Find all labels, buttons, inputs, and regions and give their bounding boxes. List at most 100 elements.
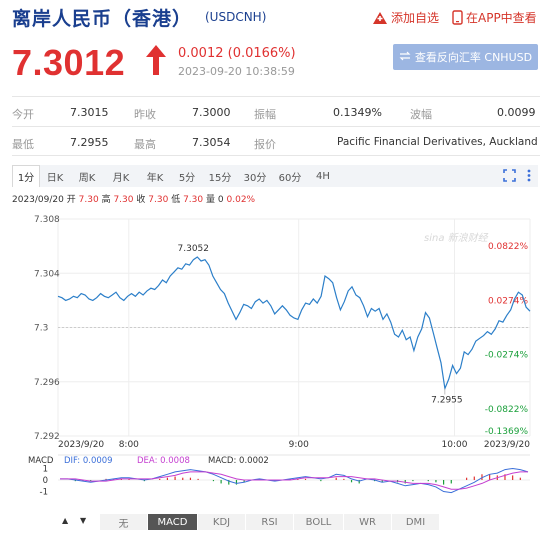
- indicator-tab-kdj[interactable]: KDJ: [198, 514, 246, 530]
- open-in-app-label: 在APP中查看: [466, 11, 537, 25]
- pct-tick-label: -0.1369%: [485, 427, 529, 437]
- info-close: 7.30: [148, 195, 169, 205]
- pct-tick-label: 0.0274%: [488, 296, 528, 306]
- add-watchlist-button[interactable]: 添加自选: [372, 9, 439, 26]
- y-tick-label: 7.304: [34, 269, 60, 279]
- tab-yearly[interactable]: 年K: [138, 165, 172, 187]
- quote-source: Pacific Financial Derivatives, Auckland: [337, 136, 538, 148]
- pct-tick-label: -0.0822%: [485, 405, 529, 415]
- indicator-tabs: 无 MACD KDJ RSI BOLL WR DMI: [100, 514, 538, 530]
- info-high-label: 高: [101, 195, 111, 205]
- quote-stats: 今开 7.3015 昨收 7.3000 振幅 0.1349% 波幅 0.0099…: [12, 96, 540, 156]
- stats-row: 最低 7.2955 最高 7.3054 报价 Pacific Financial…: [12, 126, 540, 156]
- info-open-label: 开: [66, 195, 76, 205]
- macd-y-tick: 0: [43, 476, 48, 486]
- y-axis: 7.308 7.304 7.3 7.296 7.292: [34, 215, 60, 442]
- page-title: 离岸人民币（香港）: [12, 8, 193, 30]
- info-pct: 0.02%: [226, 195, 256, 205]
- watermark-logo: sina 新浪财经: [424, 232, 489, 244]
- macd-y-tick: 1: [43, 465, 48, 475]
- indicator-tab-none[interactable]: 无: [100, 514, 148, 530]
- indicator-tab-boll[interactable]: BOLL: [294, 514, 344, 530]
- add-icon: [372, 11, 388, 25]
- stat-label: 今开: [12, 108, 34, 121]
- tab-15min[interactable]: 15分: [202, 165, 238, 187]
- add-watchlist-label: 添加自选: [391, 11, 440, 25]
- current-price: 7.3012: [12, 42, 126, 83]
- price-change: 0.0012 (0.0166%): [178, 46, 296, 61]
- macd-legend-item: DIF: 0.0009: [64, 456, 113, 466]
- stat-value: 7.3000: [192, 106, 231, 119]
- tab-weekly[interactable]: 周K: [70, 165, 104, 187]
- stat-label: 最高: [134, 138, 156, 151]
- svg-text:sina 新浪财经: sina 新浪财经: [424, 232, 489, 244]
- quote-timestamp: 2023-09-20 10:38:59: [178, 65, 295, 78]
- x-tick-label: 2023/9/20: [58, 440, 104, 450]
- tab-daily[interactable]: 日K: [40, 165, 70, 187]
- stat-value: 7.3054: [192, 136, 231, 149]
- x-axis: 2023/9/20 8:00 9:00 10:00 2023/9/20: [58, 440, 530, 450]
- stat-value: 0.0099: [497, 106, 536, 119]
- high-label: 7.3052: [178, 244, 210, 254]
- reverse-rate-button[interactable]: 查看反向汇率 CNHUSD: [393, 44, 538, 70]
- indicator-tab-wr[interactable]: WR: [344, 514, 392, 530]
- stat-label: 波幅: [410, 108, 432, 121]
- info-close-label: 收: [136, 195, 146, 205]
- up-arrow-icon: [145, 44, 167, 80]
- open-in-app-button[interactable]: 在APP中查看: [452, 9, 537, 26]
- y-tick-label: 7.292: [34, 432, 60, 442]
- macd-legend-item: DEA: 0.0008: [137, 456, 190, 466]
- period-tabs: 1分 日K 周K 月K 年K 5分 15分 30分 60分 4H: [12, 165, 538, 187]
- y-tick-label: 7.296: [34, 378, 60, 388]
- info-date: 2023/09/20: [12, 195, 64, 205]
- ohlc-info-line: 2023/09/20 开 7.30 高 7.30 收 7.30 低 7.30 量…: [12, 192, 255, 205]
- y-tick-label: 7.3: [34, 324, 48, 334]
- info-open: 7.30: [78, 195, 99, 205]
- stat-label: 振幅: [254, 108, 276, 121]
- stat-value: 7.2955: [70, 136, 109, 149]
- macd-y-tick: -1: [40, 488, 48, 498]
- scroll-left-arrow-icon[interactable]: ▲: [62, 516, 68, 525]
- stat-label: 昨收: [134, 108, 156, 121]
- x-tick-label: 9:00: [289, 440, 309, 450]
- indicator-tab-rsi[interactable]: RSI: [246, 514, 294, 530]
- x-tick-label: 8:00: [119, 440, 139, 450]
- pct-tick-label: -0.0274%: [485, 351, 529, 361]
- reverse-rate-label: 查看反向汇率 CNHUSD: [414, 51, 533, 64]
- low-label: 7.2955: [431, 396, 463, 406]
- header: 离岸人民币（香港） (USDCNH) 添加自选 在APP中查看: [0, 0, 550, 36]
- pct-axis: 0.0822% 0.0274% -0.0274% -0.0822% -0.1369%: [485, 242, 529, 437]
- macd-dea-line: [60, 471, 528, 490]
- tab-5min[interactable]: 5分: [172, 165, 202, 187]
- info-high: 7.30: [113, 195, 134, 205]
- tab-4h[interactable]: 4H: [308, 165, 338, 187]
- chart-tools: [503, 169, 532, 185]
- tab-monthly[interactable]: 月K: [104, 165, 138, 187]
- price-chart[interactable]: sina 新浪财经 7.308 7.304 7.3 7.296 7.292 0.0822…: [0, 205, 550, 511]
- fullscreen-icon[interactable]: [503, 169, 516, 185]
- macd-legend-item: MACD: [28, 456, 54, 466]
- swap-icon: [399, 51, 411, 64]
- macd-grid: [58, 454, 530, 481]
- indicator-tab-macd[interactable]: MACD: [148, 514, 198, 530]
- tab-1min[interactable]: 1分: [12, 165, 40, 187]
- symbol-code: (USDCNH): [205, 10, 267, 24]
- tab-30min[interactable]: 30分: [238, 165, 272, 187]
- x-tick-label: 10:00: [442, 440, 468, 450]
- indicator-tab-dmi[interactable]: DMI: [392, 514, 440, 530]
- stat-label: 报价: [254, 138, 276, 151]
- phone-icon: [452, 10, 463, 25]
- stat-value: 7.3015: [70, 106, 109, 119]
- pct-tick-label: 0.0822%: [488, 242, 528, 252]
- scroll-right-arrow-icon[interactable]: ▼: [80, 516, 86, 525]
- x-tick-label: 2023/9/20: [484, 440, 530, 450]
- more-options-icon[interactable]: [526, 169, 532, 185]
- stat-value: 0.1349%: [333, 106, 382, 119]
- info-vol: 0: [217, 195, 224, 205]
- macd-legend: MACD DIF: 0.0009 DEA: 0.0008 MACD: 0.0002 10…: [28, 456, 269, 498]
- info-low: 7.30: [183, 195, 204, 205]
- macd-legend-item: MACD: 0.0002: [208, 456, 269, 466]
- stat-label: 最低: [12, 138, 34, 151]
- stats-row: 今开 7.3015 昨收 7.3000 振幅 0.1349% 波幅 0.0099: [12, 96, 540, 126]
- tab-60min[interactable]: 60分: [272, 165, 308, 187]
